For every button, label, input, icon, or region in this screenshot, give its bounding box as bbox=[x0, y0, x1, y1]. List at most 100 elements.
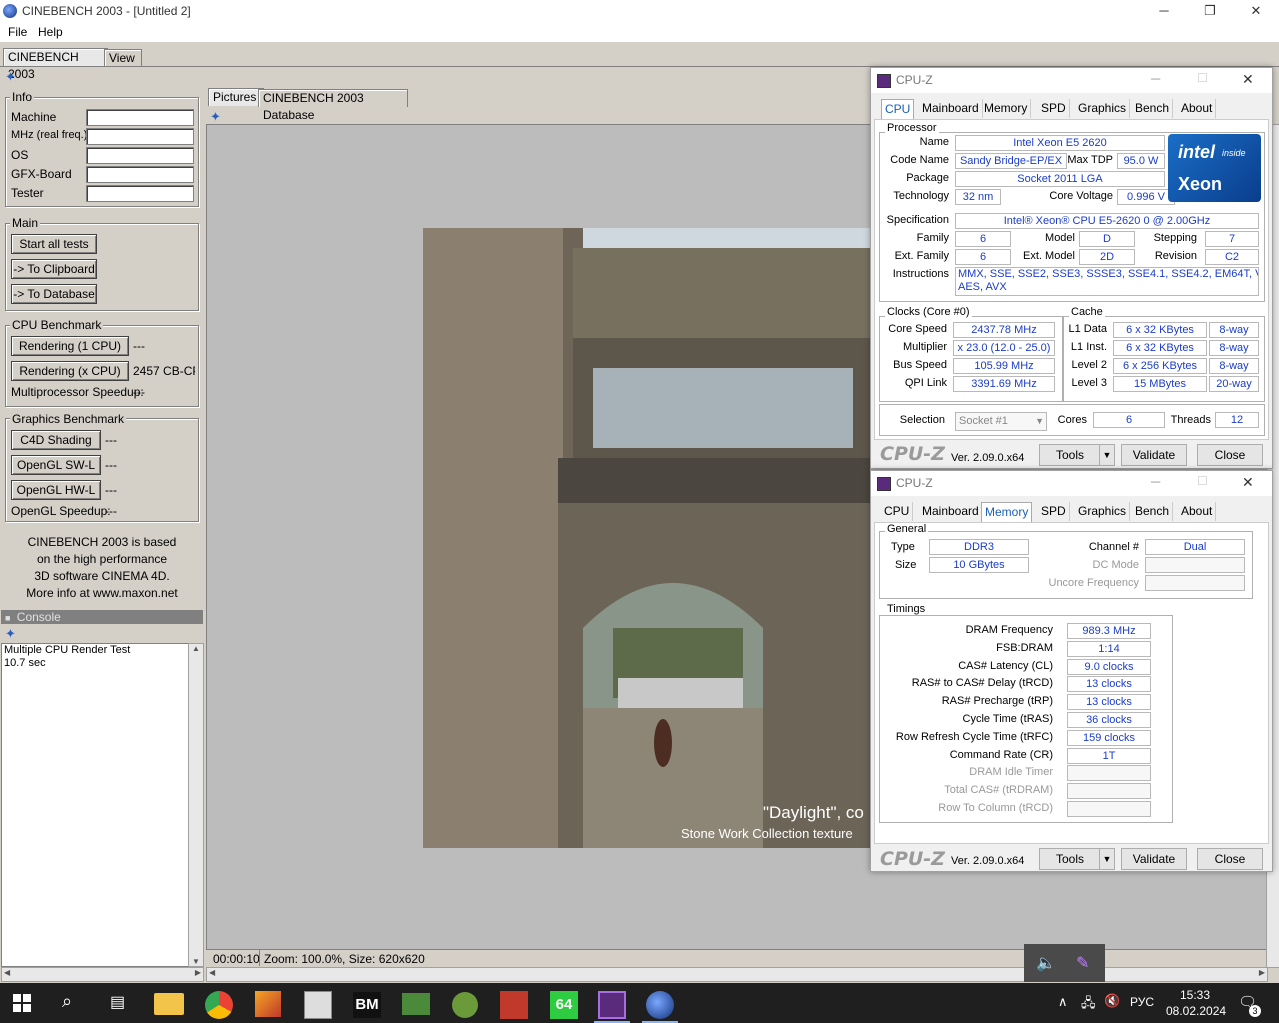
gpu-app-icon[interactable] bbox=[402, 993, 430, 1015]
rendering-xcpu-button[interactable]: Rendering (x CPU) bbox=[11, 361, 129, 381]
gfx-board-field[interactable] bbox=[86, 166, 194, 183]
mhz-label: MHz (real freq.) bbox=[11, 129, 88, 141]
stepping-label: Stepping bbox=[1153, 232, 1197, 244]
tab-about[interactable]: About bbox=[1178, 99, 1217, 118]
cpuz-close-button[interactable]: Close bbox=[1197, 444, 1263, 466]
tab-bench[interactable]: Bench bbox=[1132, 99, 1174, 118]
tools-button[interactable]: Tools bbox=[1039, 848, 1101, 870]
xbox-icon[interactable] bbox=[452, 992, 478, 1018]
pen-icon[interactable]: ✎ bbox=[1076, 953, 1089, 973]
tab-pictures[interactable]: Pictures bbox=[208, 88, 264, 106]
maximize-button[interactable]: ☐ bbox=[1197, 71, 1208, 85]
chevron-down-icon[interactable]: ▼ bbox=[1035, 413, 1044, 430]
speaker-icon[interactable]: 🔈 bbox=[1036, 953, 1056, 973]
cpuz-titlebar: CPU-Z ─ ☐ ✕ bbox=[871, 68, 1272, 93]
aida64-icon[interactable]: 64 bbox=[550, 991, 578, 1019]
validate-button[interactable]: Validate bbox=[1121, 444, 1187, 466]
scroll-left-icon[interactable]: ◀ bbox=[209, 968, 215, 977]
validate-button[interactable]: Validate bbox=[1121, 848, 1187, 870]
to-clipboard-button[interactable]: -> To Clipboard bbox=[11, 259, 97, 279]
menu-file[interactable]: File bbox=[8, 25, 27, 39]
console-pin-icon[interactable]: ✦ bbox=[5, 626, 16, 642]
rendering-1cpu-button[interactable]: Rendering (1 CPU) bbox=[11, 336, 129, 356]
scroll-right-icon[interactable]: ▶ bbox=[195, 968, 201, 977]
tab-cpu[interactable]: CPU bbox=[881, 502, 914, 521]
opengl-swl-button[interactable]: OpenGL SW-L bbox=[11, 455, 101, 475]
cpuz-taskbar-icon[interactable] bbox=[598, 991, 626, 1019]
tab-memory[interactable]: Memory bbox=[981, 99, 1032, 118]
opengl-hwl-button[interactable]: OpenGL HW-L bbox=[11, 480, 101, 500]
pll-set-icon[interactable] bbox=[304, 991, 332, 1019]
tab-spd[interactable]: SPD bbox=[1038, 502, 1070, 521]
tab-view[interactable]: View bbox=[104, 49, 142, 67]
task-view-icon[interactable]: ▤ bbox=[110, 992, 125, 1012]
furmark-icon[interactable] bbox=[500, 991, 528, 1019]
status-bar: 00:00:10 Zoom: 100.0%, Size: 620x620 bbox=[206, 949, 1266, 967]
tester-field[interactable] bbox=[86, 185, 194, 202]
tab-about[interactable]: About bbox=[1178, 502, 1217, 521]
minimize-button[interactable]: ─ bbox=[1151, 474, 1160, 489]
close-button[interactable]: ✕ bbox=[1233, 0, 1279, 23]
cache-label: Cache bbox=[1069, 306, 1105, 318]
picture-hscrollbar[interactable]: ◀ ▶ bbox=[206, 967, 1268, 982]
chevron-up-icon[interactable]: ∧ bbox=[1058, 994, 1068, 1010]
pin-icon[interactable]: ✦ bbox=[5, 69, 16, 85]
scroll-left-icon[interactable]: ◀ bbox=[4, 968, 10, 977]
chrome-icon[interactable] bbox=[205, 991, 233, 1019]
bm-app-icon[interactable]: BM bbox=[353, 992, 381, 1018]
console-scrollbar[interactable]: ▲ ▼ bbox=[188, 643, 204, 967]
picture-pin-icon[interactable]: ✦ bbox=[210, 109, 221, 125]
tab-mainboard[interactable]: Mainboard bbox=[919, 99, 983, 118]
timing-label: RAS# to CAS# Delay (tRCD) bbox=[911, 677, 1053, 690]
maximize-button[interactable]: ☐ bbox=[1197, 474, 1208, 488]
about-line[interactable]: More info at www.maxon.net bbox=[5, 585, 199, 602]
cinebench-taskbar-icon[interactable] bbox=[646, 991, 674, 1019]
file-explorer-icon[interactable] bbox=[154, 993, 184, 1015]
volume-muted-icon[interactable]: 🔇 bbox=[1104, 993, 1120, 1009]
console-collapse-icon[interactable]: ■ bbox=[5, 613, 10, 623]
cpuz-close-button[interactable]: Close bbox=[1197, 848, 1263, 870]
tools-dropdown-icon[interactable]: ▼ bbox=[1099, 848, 1115, 870]
timing-label: RAS# Precharge (tRP) bbox=[941, 695, 1053, 708]
minimize-button[interactable]: ─ bbox=[1141, 0, 1187, 23]
tab-database[interactable]: CINEBENCH 2003 Database bbox=[258, 89, 408, 122]
socket-select[interactable]: Socket #1 ▼ bbox=[955, 412, 1047, 431]
scroll-down-icon[interactable]: ▼ bbox=[189, 957, 203, 966]
start-all-tests-button[interactable]: Start all tests bbox=[11, 234, 97, 254]
search-icon[interactable]: ⌕ bbox=[62, 991, 72, 1012]
language-indicator[interactable]: РУС bbox=[1130, 995, 1154, 1009]
tab-mainboard[interactable]: Mainboard bbox=[919, 502, 983, 521]
tab-graphics[interactable]: Graphics bbox=[1075, 502, 1131, 521]
minimize-button[interactable]: ─ bbox=[1151, 71, 1160, 86]
close-button[interactable]: ✕ bbox=[1242, 474, 1254, 491]
console-hscrollbar[interactable]: ◀ ▶ bbox=[1, 967, 204, 982]
tools-dropdown-icon[interactable]: ▼ bbox=[1099, 444, 1115, 466]
os-label: OS bbox=[11, 148, 29, 162]
tab-cpu[interactable]: CPU bbox=[881, 99, 915, 119]
to-database-button[interactable]: -> To Database bbox=[11, 284, 97, 304]
tab-bench[interactable]: Bench bbox=[1132, 502, 1174, 521]
revision-label: Revision bbox=[1154, 250, 1197, 262]
tab-graphics[interactable]: Graphics bbox=[1075, 99, 1131, 118]
tools-button[interactable]: Tools bbox=[1039, 444, 1101, 466]
c4d-shading-button[interactable]: C4D Shading bbox=[11, 430, 101, 450]
network-icon[interactable]: 🖧 bbox=[1081, 994, 1096, 1016]
mhz-field[interactable] bbox=[86, 128, 194, 145]
windows-start-icon[interactable] bbox=[13, 994, 31, 1012]
scroll-right-icon[interactable]: ▶ bbox=[1259, 968, 1265, 977]
app-icon[interactable] bbox=[255, 991, 281, 1017]
os-field[interactable] bbox=[86, 147, 194, 164]
opengl-hwl-value: --- bbox=[105, 483, 117, 497]
close-button[interactable]: ✕ bbox=[1242, 71, 1254, 88]
maximize-button[interactable]: ❐ bbox=[1187, 0, 1233, 23]
revision-value: C2 bbox=[1205, 249, 1259, 265]
l1-data-value: 6 x 32 KBytes bbox=[1113, 322, 1207, 338]
scroll-up-icon[interactable]: ▲ bbox=[189, 644, 203, 653]
tab-cinebench[interactable]: CINEBENCH 2003 bbox=[3, 48, 108, 81]
clock[interactable]: 15:33 08.02.2024 bbox=[1166, 987, 1226, 1019]
tab-memory[interactable]: Memory bbox=[981, 502, 1033, 522]
tab-spd[interactable]: SPD bbox=[1038, 99, 1070, 118]
menu-help[interactable]: Help bbox=[38, 25, 63, 39]
machine-field[interactable] bbox=[86, 109, 194, 126]
dc-mode-label: DC Mode bbox=[1092, 559, 1139, 571]
